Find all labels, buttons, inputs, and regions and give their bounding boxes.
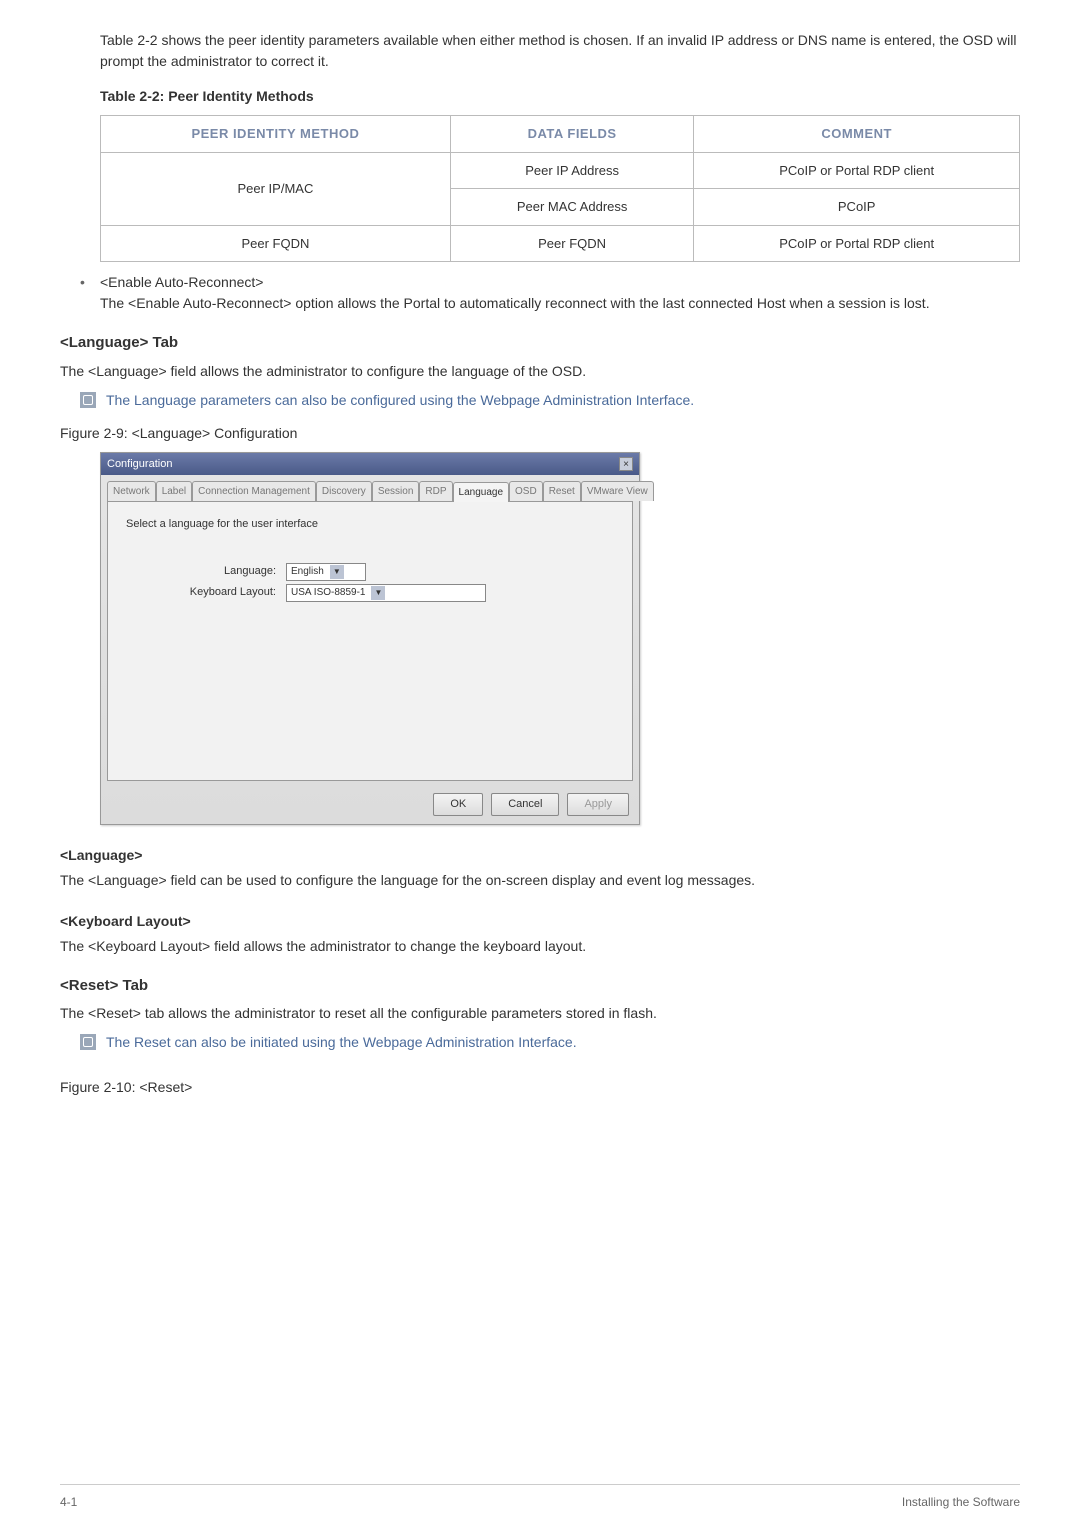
figure-caption-2-9: Figure 2-9: <Language> Configuration (60, 423, 1020, 444)
tab-rdp[interactable]: RDP (419, 481, 452, 501)
keyboard-layout-value: USA ISO-8859-1 (291, 585, 365, 600)
table-row: Peer IP/MAC Peer IP Address PCoIP or Por… (101, 152, 1020, 189)
note-icon (80, 392, 96, 408)
reset-tab-body: The <Reset> tab allows the administrator… (60, 1003, 1020, 1024)
th-fields: DATA FIELDS (450, 116, 694, 153)
keyboard-layout-label: Keyboard Layout: (126, 584, 286, 601)
language-select[interactable]: English ▼ (286, 563, 366, 581)
table-caption: Table 2-2: Peer Identity Methods (100, 86, 1020, 107)
dialog-title-text: Configuration (107, 456, 172, 473)
language-label: Language: (126, 563, 286, 580)
language-tab-desc: The <Language> field allows the administ… (60, 361, 1020, 382)
tab-session[interactable]: Session (372, 481, 420, 501)
chevron-down-icon: ▼ (330, 565, 344, 579)
bullet-body: The <Enable Auto-Reconnect> option allow… (100, 293, 1020, 314)
bullet-item: • <Enable Auto-Reconnect> The <Enable Au… (80, 272, 1020, 314)
note-icon (80, 1034, 96, 1050)
note-language: The Language parameters can also be conf… (80, 390, 1020, 411)
peer-identity-table: PEER IDENTITY METHOD DATA FIELDS COMMENT… (100, 115, 1020, 262)
tab-network[interactable]: Network (107, 481, 156, 501)
note-text: The Language parameters can also be conf… (106, 390, 694, 411)
cell-comment: PCoIP or Portal RDP client (694, 225, 1020, 262)
close-icon[interactable]: × (619, 457, 633, 471)
note-reset: The Reset can also be initiated using th… (80, 1032, 1020, 1053)
tab-language[interactable]: Language (453, 482, 510, 502)
cell-method: Peer IP/MAC (101, 152, 451, 225)
tab-discovery[interactable]: Discovery (316, 481, 372, 501)
tab-label[interactable]: Label (156, 481, 192, 501)
cell-method: Peer FQDN (101, 225, 451, 262)
bullet-title: <Enable Auto-Reconnect> (100, 272, 1020, 293)
cell-field: Peer IP Address (450, 152, 694, 189)
dialog-button-row: OK Cancel Apply (101, 787, 639, 824)
bullet-marker: • (80, 272, 100, 314)
dialog-titlebar: Configuration × (101, 453, 639, 476)
dialog-instruction: Select a language for the user interface (126, 516, 614, 533)
language-heading: <Language> (60, 845, 1020, 866)
language-tab-heading: <Language> Tab (60, 332, 1020, 355)
th-method: PEER IDENTITY METHOD (101, 116, 451, 153)
keyboard-layout-heading: <Keyboard Layout> (60, 911, 1020, 932)
th-comment: COMMENT (694, 116, 1020, 153)
configuration-dialog: Configuration × Network Label Connection… (100, 452, 640, 825)
cell-field: Peer FQDN (450, 225, 694, 262)
cell-comment: PCoIP (694, 189, 1020, 226)
note-text: The Reset can also be initiated using th… (106, 1032, 577, 1053)
tab-connection-management[interactable]: Connection Management (192, 481, 316, 501)
ok-button[interactable]: OK (433, 793, 483, 816)
intro-paragraph: Table 2-2 shows the peer identity parame… (100, 30, 1020, 72)
dialog-body: Select a language for the user interface… (107, 501, 633, 781)
footer-section-title: Installing the Software (902, 1493, 1020, 1511)
cell-comment: PCoIP or Portal RDP client (694, 152, 1020, 189)
table-row: Peer FQDN Peer FQDN PCoIP or Portal RDP … (101, 225, 1020, 262)
dialog-tabstrip: Network Label Connection Management Disc… (101, 475, 639, 501)
chevron-down-icon: ▼ (371, 586, 385, 600)
reset-tab-heading: <Reset> Tab (60, 975, 1020, 998)
tab-reset[interactable]: Reset (543, 481, 581, 501)
cancel-button[interactable]: Cancel (491, 793, 559, 816)
tab-osd[interactable]: OSD (509, 481, 543, 501)
language-body: The <Language> field can be used to conf… (60, 870, 1020, 891)
apply-button[interactable]: Apply (567, 793, 629, 816)
cell-field: Peer MAC Address (450, 189, 694, 226)
keyboard-layout-body: The <Keyboard Layout> field allows the a… (60, 936, 1020, 957)
figure-caption-2-10: Figure 2-10: <Reset> (60, 1077, 1020, 1098)
page-footer: 4-1 Installing the Software (60, 1484, 1020, 1511)
footer-page-number: 4-1 (60, 1493, 77, 1511)
language-select-value: English (291, 564, 324, 579)
keyboard-layout-select[interactable]: USA ISO-8859-1 ▼ (286, 584, 486, 602)
tab-vmware-view[interactable]: VMware View (581, 481, 654, 501)
